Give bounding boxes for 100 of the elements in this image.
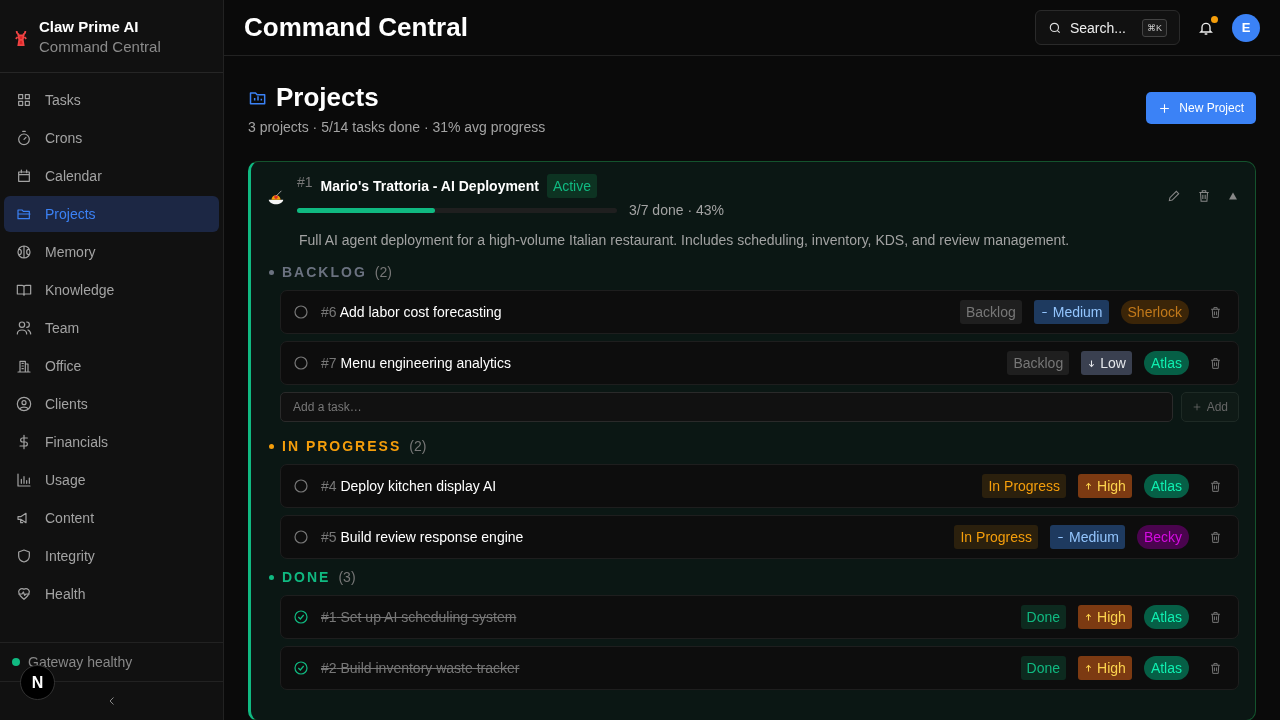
trash-icon[interactable] — [1209, 305, 1222, 319]
project-number: #1 — [297, 174, 313, 190]
priority-tag: Low — [1081, 351, 1132, 375]
brand-subtitle: Command Central — [39, 37, 161, 55]
plus-icon — [1158, 101, 1172, 115]
sidebar-item[interactable]: Content — [4, 500, 219, 536]
sidebar-item[interactable]: Calendar — [4, 158, 219, 194]
group-count: (3) — [338, 569, 356, 585]
sidebar-item[interactable]: Tasks — [4, 82, 219, 118]
status-tag: Done — [1020, 605, 1067, 629]
search-placeholder: Search... — [1069, 19, 1126, 36]
assignee-tag: Atlas — [1143, 351, 1189, 375]
task-row[interactable]: #5 Build review response engine In Progress Medium Becky — [280, 515, 1239, 559]
assignee-tag: Atlas — [1143, 474, 1189, 498]
task-checkbox[interactable] — [293, 304, 309, 320]
task-checkbox[interactable] — [293, 478, 309, 494]
plus-icon — [1191, 402, 1202, 412]
pencil-icon[interactable] — [1167, 189, 1181, 203]
sidebar-item[interactable]: Memory — [4, 234, 219, 270]
task-title: #6 Add labor cost forecasting — [321, 304, 503, 320]
priority-tag: High — [1078, 656, 1132, 680]
trash-icon[interactable] — [1209, 356, 1222, 370]
task-checkbox[interactable] — [293, 355, 309, 371]
group-title: DONE — [282, 569, 331, 585]
priority-tag: High — [1078, 474, 1132, 498]
search-button[interactable]: Search... ⌘K — [1034, 10, 1180, 45]
sidebar-item[interactable]: Integrity — [4, 538, 219, 574]
task-row[interactable]: #7 Menu engineering analytics Backlog Low Atlas — [280, 341, 1239, 385]
task-row[interactable]: #6 Add labor cost forecasting Backlog Medium Sherlock — [280, 290, 1239, 334]
status-tag: In Progress — [954, 525, 1039, 549]
task-title: #2 Build inventory waste tracker — [321, 660, 521, 676]
task-title: #7 Menu engineering analytics — [321, 355, 512, 371]
search-icon — [1047, 20, 1062, 35]
task-row[interactable]: #1 Set up AI scheduling system Done High Atlas — [280, 595, 1239, 639]
task-title: #5 Build review response engine — [321, 529, 525, 545]
sidebar-item[interactable]: Office — [4, 348, 219, 384]
assignee-tag: Atlas — [1143, 656, 1189, 680]
bar-chart-icon — [16, 472, 32, 488]
status-tag: Done — [1020, 656, 1067, 680]
heart-pulse-icon — [16, 586, 32, 602]
trash-icon[interactable] — [1209, 530, 1222, 544]
calendar-icon — [16, 168, 32, 184]
task-row[interactable]: #4 Deploy kitchen display AI In Progress High Atlas — [280, 464, 1239, 508]
sidebar-item[interactable]: Knowledge — [4, 272, 219, 308]
avatar[interactable]: E — [1232, 13, 1260, 42]
projects-summary: 3 projects · 5/14 tasks done · 31% avg progress — [248, 119, 546, 135]
book-icon — [16, 282, 32, 298]
add-task-field[interactable]: Add a task… — [280, 392, 1173, 422]
priority-tag: Medium — [1033, 300, 1109, 324]
sidebar-item[interactable]: Clients — [4, 386, 219, 422]
trash-icon[interactable] — [1209, 661, 1222, 675]
brand-name: Claw Prime AI — [39, 17, 140, 35]
task-checkbox[interactable] — [293, 609, 309, 625]
new-project-button[interactable]: New Project — [1146, 92, 1256, 124]
stopwatch-icon — [16, 130, 32, 146]
trash-icon[interactable] — [1209, 479, 1222, 493]
status-tag: Backlog — [1007, 351, 1070, 375]
group-count: (2) — [409, 438, 427, 454]
building-icon — [16, 358, 32, 374]
shield-icon — [16, 548, 32, 564]
progress-text: 3/7 done · 43% — [629, 202, 724, 218]
task-title: #1 Set up AI scheduling system — [321, 609, 518, 625]
sidebar-item[interactable]: Health — [4, 576, 219, 612]
page-header-title: Command Central — [244, 12, 468, 43]
pasta-plate-icon — [267, 189, 285, 207]
group-dot — [269, 574, 274, 580]
sidebar-item[interactable]: Financials — [4, 424, 219, 460]
sidebar-item[interactable]: Projects — [4, 196, 219, 232]
notification-button[interactable] — [1196, 17, 1216, 38]
shortcut-key: ⌘K — [1142, 18, 1167, 37]
project-description: Full AI agent deployment for a high-volume Italian restaurant. Includes scheduling, inventory, KDS, and review management. — [299, 232, 1071, 248]
trash-icon[interactable] — [1209, 610, 1222, 624]
assignee-tag: Sherlock — [1120, 300, 1189, 324]
group-title: IN PROGRESS — [282, 438, 402, 454]
arrow-up-icon — [1084, 612, 1094, 622]
task-checkbox[interactable] — [293, 529, 309, 545]
assignee-tag: Becky — [1136, 525, 1189, 549]
group-title: BACKLOG — [282, 264, 367, 280]
arrow-down-icon — [1087, 358, 1097, 368]
task-row[interactable]: #2 Build inventory waste tracker Done High Atlas — [280, 646, 1239, 690]
people-icon — [16, 320, 32, 336]
group-dot — [269, 443, 274, 449]
page-title: Projects — [276, 82, 379, 113]
group-count: (2) — [374, 264, 392, 280]
arrow-up-icon — [1084, 481, 1094, 491]
priority-tag: High — [1078, 605, 1132, 629]
sidebar-item[interactable]: Usage — [4, 462, 219, 498]
sidebar-item[interactable]: Team — [4, 310, 219, 346]
status-tag: In Progress — [982, 474, 1067, 498]
project-status: Active — [546, 174, 597, 198]
sidebar-item[interactable]: Crons — [4, 120, 219, 156]
folder-icon — [16, 206, 32, 222]
arrow-up-icon — [1084, 663, 1094, 673]
project-name: Mario's Trattoria - AI Deployment — [320, 178, 539, 194]
collapse-triangle-icon[interactable] — [1227, 190, 1239, 202]
status-tag: Backlog — [959, 300, 1022, 324]
lobster-icon — [14, 29, 28, 47]
task-title: #4 Deploy kitchen display AI — [321, 478, 498, 494]
trash-icon[interactable] — [1197, 189, 1211, 203]
task-checkbox[interactable] — [293, 660, 309, 676]
